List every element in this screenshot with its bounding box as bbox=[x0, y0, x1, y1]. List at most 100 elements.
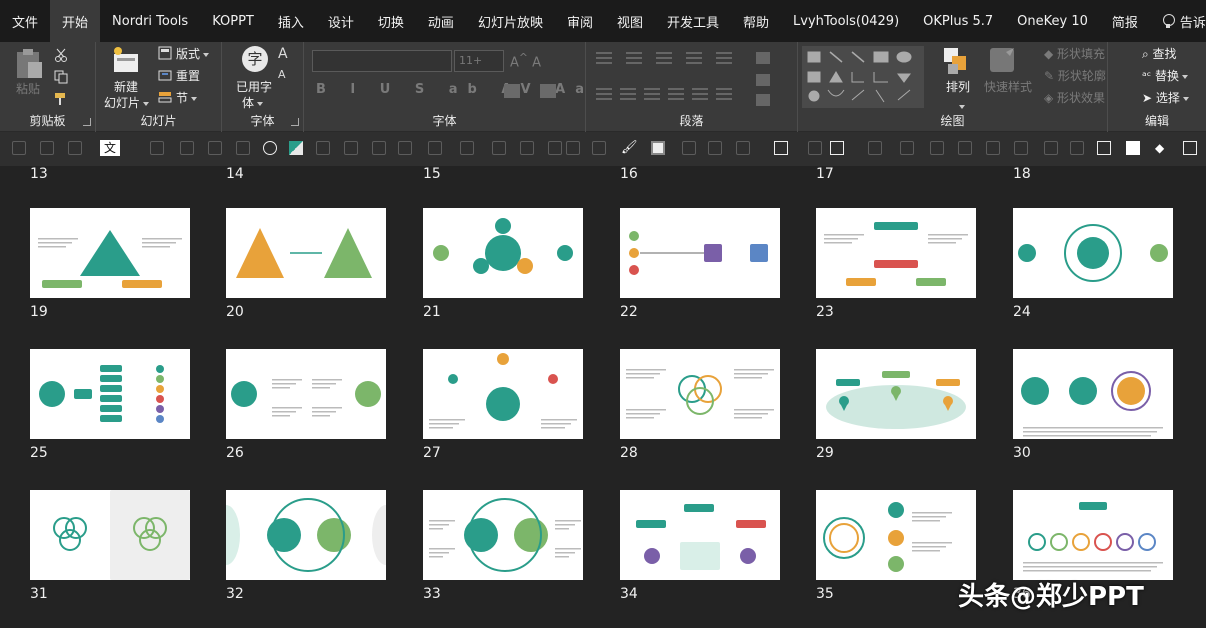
tab-view[interactable]: 视图 bbox=[605, 0, 655, 42]
font-name-field[interactable] bbox=[312, 50, 452, 72]
shapes-gallery[interactable] bbox=[802, 46, 924, 108]
tab-home[interactable]: 开始 bbox=[50, 0, 101, 42]
slide-thumbnail[interactable] bbox=[1013, 349, 1173, 439]
slide-thumbnail[interactable] bbox=[226, 208, 386, 298]
text-box-icon[interactable] bbox=[774, 141, 788, 155]
quick-styles-icon[interactable] bbox=[988, 46, 1018, 76]
slide-thumbnail[interactable] bbox=[423, 490, 583, 580]
font-size-field[interactable]: 11+ bbox=[454, 50, 504, 72]
toolbar-tool-icon[interactable] bbox=[1014, 141, 1028, 155]
tab-review[interactable]: 审阅 bbox=[555, 0, 605, 42]
grow-font-disabled-icon[interactable]: A^ A bbox=[510, 51, 541, 70]
toolbar-tool-icon[interactable] bbox=[1070, 141, 1084, 155]
slide-thumbnail[interactable] bbox=[620, 349, 780, 439]
toolbar-tool-icon[interactable] bbox=[150, 141, 164, 155]
toolbar-tool-icon[interactable] bbox=[398, 141, 412, 155]
shape-fill-button[interactable]: ◆ 形状填充 bbox=[1044, 45, 1105, 62]
slide-thumbnail[interactable] bbox=[30, 349, 190, 439]
arrange-label[interactable]: 排列 bbox=[946, 78, 970, 95]
shape-effects-button[interactable]: ◈ 形状效果 bbox=[1044, 89, 1105, 106]
tab-lvyhtools[interactable]: LvyhTools(0429) bbox=[781, 0, 911, 42]
slide-thumbnail[interactable] bbox=[226, 490, 386, 580]
font-launcher-icon[interactable] bbox=[291, 118, 299, 126]
toolbar-tool-icon[interactable] bbox=[958, 141, 972, 155]
brush-icon[interactable]: 🖌 bbox=[621, 141, 638, 155]
toolbar-tool-icon[interactable] bbox=[682, 141, 696, 155]
toolbar-tool-icon[interactable] bbox=[808, 141, 822, 155]
frame-icon[interactable] bbox=[1097, 141, 1111, 155]
tab-koppt[interactable]: KOPPT bbox=[200, 0, 266, 42]
paragraph-buttons-icon[interactable] bbox=[596, 50, 786, 110]
layout-button[interactable]: 版式 bbox=[176, 45, 210, 62]
highlight-icon[interactable] bbox=[504, 84, 520, 98]
slide-thumbnail[interactable] bbox=[620, 208, 780, 298]
toolbar-tool-icon[interactable] bbox=[930, 141, 944, 155]
tab-slideshow[interactable]: 幻灯片放映 bbox=[466, 0, 555, 42]
find-button[interactable]: ⌕ 查找 bbox=[1142, 45, 1177, 62]
tab-nordri-tools[interactable]: Nordri Tools bbox=[100, 0, 200, 42]
slide-thumbnail[interactable] bbox=[423, 208, 583, 298]
select-button[interactable]: ➤ 选择 bbox=[1142, 89, 1189, 106]
copy-icon[interactable] bbox=[54, 70, 68, 84]
tab-developer[interactable]: 开发工具 bbox=[655, 0, 731, 42]
toolbar-tool-icon[interactable] bbox=[180, 141, 194, 155]
slide-thumbnail[interactable] bbox=[226, 349, 386, 439]
tab-onekey[interactable]: OneKey 10 bbox=[1005, 0, 1100, 42]
toolbar-tool-icon[interactable] bbox=[68, 141, 82, 155]
slide-thumbnail[interactable] bbox=[620, 490, 780, 580]
toolbar-tool-icon[interactable] bbox=[236, 141, 250, 155]
slide-thumbnail[interactable] bbox=[816, 208, 976, 298]
slide-thumbnail[interactable] bbox=[816, 490, 976, 580]
tab-okplus[interactable]: OKPlus 5.7 bbox=[911, 0, 1005, 42]
tab-briefing[interactable]: 简报 bbox=[1100, 0, 1150, 42]
clipboard-launcher-icon[interactable] bbox=[83, 118, 91, 126]
toolbar-tool-icon[interactable] bbox=[460, 141, 474, 155]
crop-select-icon[interactable] bbox=[830, 141, 844, 155]
copy-shape-icon[interactable] bbox=[651, 141, 665, 155]
toolbar-tool-icon[interactable] bbox=[344, 141, 358, 155]
tab-help[interactable]: 帮助 bbox=[731, 0, 781, 42]
toolbar-tool-icon[interactable] bbox=[12, 141, 26, 155]
chinese-text-icon[interactable]: 文 bbox=[100, 140, 120, 156]
toolbar-tool-icon[interactable] bbox=[986, 141, 1000, 155]
tab-transitions[interactable]: 切换 bbox=[366, 0, 416, 42]
quick-styles-label[interactable]: 快速样式 bbox=[984, 78, 1032, 95]
toolbar-tool-icon[interactable] bbox=[868, 141, 882, 155]
tab-file[interactable]: 文件 bbox=[0, 0, 50, 42]
shape-outline-button[interactable]: ✎ 形状轮廓 bbox=[1044, 67, 1106, 84]
new-slide-icon[interactable] bbox=[112, 46, 140, 74]
new-slide-label-2[interactable]: 幻灯片 bbox=[104, 94, 150, 111]
shrink-font-icon[interactable]: A bbox=[278, 68, 286, 81]
paste-icon[interactable] bbox=[14, 48, 44, 80]
tell-me-search[interactable]: 告诉我 bbox=[1150, 0, 1206, 42]
font-color-icon[interactable] bbox=[540, 84, 556, 98]
color-fill-icon[interactable] bbox=[289, 141, 303, 155]
arrange-icon[interactable] bbox=[942, 46, 972, 76]
toolbar-tool-icon[interactable] bbox=[492, 141, 506, 155]
tab-animations[interactable]: 动画 bbox=[416, 0, 466, 42]
slide-thumbnail[interactable] bbox=[423, 349, 583, 439]
toolbar-tool-icon[interactable] bbox=[520, 141, 534, 155]
new-slide-label-1[interactable]: 新建 bbox=[114, 78, 138, 95]
toolbar-tool-icon[interactable] bbox=[428, 141, 442, 155]
reset-button[interactable]: 重置 bbox=[176, 67, 200, 84]
cut-icon[interactable] bbox=[54, 48, 68, 62]
tab-insert[interactable]: 插入 bbox=[266, 0, 316, 42]
slide-thumbnail[interactable] bbox=[1013, 208, 1173, 298]
used-font-label-1[interactable]: 已用字 bbox=[236, 78, 272, 95]
bird-icon[interactable]: ◆ bbox=[1155, 141, 1169, 155]
format-painter-icon[interactable] bbox=[54, 92, 68, 106]
toolbar-tool-icon[interactable] bbox=[592, 141, 606, 155]
toolbar-tool-icon[interactable] bbox=[372, 141, 386, 155]
slide-thumbnail[interactable] bbox=[30, 490, 190, 580]
toolbar-tool-icon[interactable] bbox=[208, 141, 222, 155]
grow-font-icon[interactable]: A bbox=[278, 46, 288, 62]
replace-button[interactable]: ᵃᶜ 替换 bbox=[1142, 67, 1188, 84]
toolbar-tool-icon[interactable] bbox=[1044, 141, 1058, 155]
white-fill-icon[interactable] bbox=[1126, 141, 1140, 155]
toolbar-tool-icon[interactable] bbox=[566, 141, 580, 155]
picture-icon[interactable] bbox=[1183, 141, 1197, 155]
toolbar-tool-icon[interactable] bbox=[548, 141, 562, 155]
slide-thumbnail[interactable] bbox=[816, 349, 976, 439]
used-font-label-2[interactable]: 体 bbox=[242, 94, 264, 111]
